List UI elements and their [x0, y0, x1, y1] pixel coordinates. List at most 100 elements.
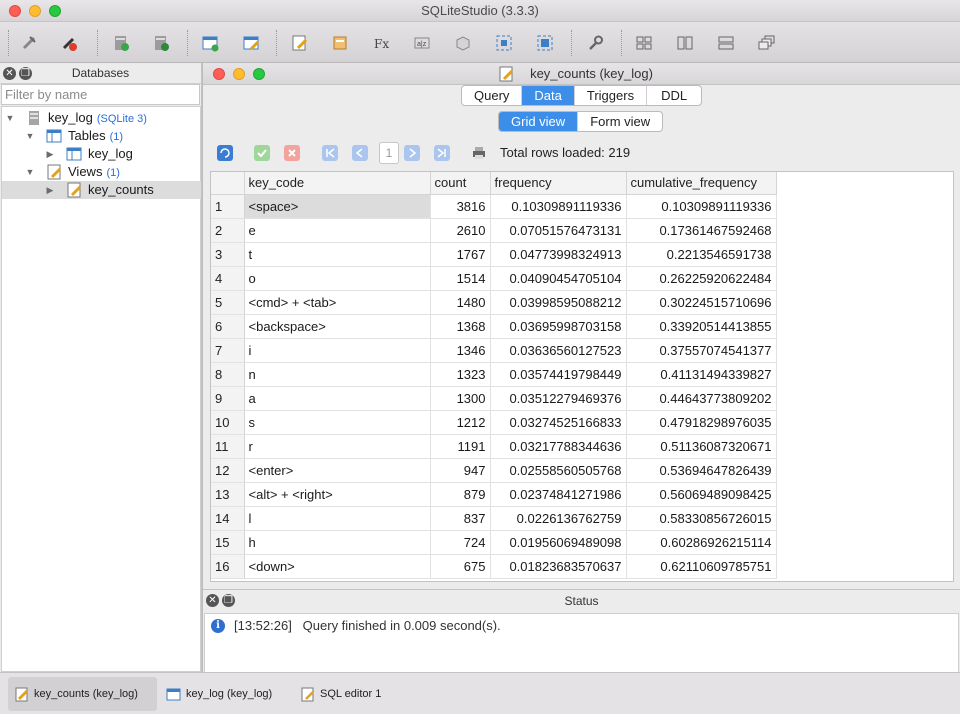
refresh-icon[interactable] — [217, 145, 233, 161]
key-code-cell[interactable]: <backspace> — [244, 314, 431, 339]
cumulative-frequency-cell[interactable]: 0.41131494339827 — [626, 362, 777, 387]
table-row[interactable]: 13 <alt> + <right> 879 0.02374841271986 0.56… — [211, 482, 777, 507]
count-cell[interactable]: 1300 — [430, 386, 491, 411]
frequency-cell[interactable]: 0.03574419798449 — [490, 362, 627, 387]
cumulative-frequency-cell[interactable]: 0.58330856726015 — [626, 506, 777, 531]
tree-item-view-key-counts[interactable]: ▶ key_counts — [2, 181, 201, 199]
editor-zoom-button[interactable] — [253, 68, 265, 80]
row-number-cell[interactable]: 3 — [211, 242, 245, 267]
column-header-key-code[interactable]: key_code — [244, 172, 431, 195]
table-row[interactable]: 4 o 1514 0.04090454705104 0.26225920622484 — [211, 266, 777, 291]
key-code-cell[interactable]: e — [244, 218, 431, 243]
minimize-window-button[interactable] — [29, 5, 41, 17]
frequency-cell[interactable]: 0.03998595088212 — [490, 290, 627, 315]
row-number-cell[interactable]: 5 — [211, 290, 245, 315]
page-number-field[interactable]: 1 — [379, 142, 399, 164]
key-code-cell[interactable]: <down> — [244, 554, 431, 579]
cascade-windows-icon[interactable] — [756, 32, 778, 54]
previous-page-icon[interactable] — [352, 145, 368, 161]
frequency-cell[interactable]: 0.04773998324913 — [490, 242, 627, 267]
wrench-icon[interactable] — [584, 32, 606, 54]
table-row[interactable]: 15 h 724 0.01956069489098 0.60286926215114 — [211, 530, 777, 555]
count-cell[interactable]: 1346 — [430, 338, 491, 363]
count-cell[interactable]: 1368 — [430, 314, 491, 339]
column-header-cumulative-frequency[interactable]: cumulative_frequency — [626, 172, 777, 195]
table-row[interactable]: 2 e 2610 0.07051576473131 0.17361467592468 — [211, 218, 777, 243]
cumulative-frequency-cell[interactable]: 0.44643773809202 — [626, 386, 777, 411]
cumulative-frequency-cell[interactable]: 0.26225920622484 — [626, 266, 777, 291]
task-key-counts[interactable]: key_counts (key_log) — [8, 677, 157, 711]
add-view-icon[interactable] — [288, 32, 310, 54]
form-view-button[interactable]: Form view — [578, 112, 662, 131]
frequency-cell[interactable]: 0.03274525166833 — [490, 410, 627, 435]
last-page-icon[interactable] — [434, 145, 450, 161]
count-cell[interactable]: 879 — [430, 482, 491, 507]
key-code-cell[interactable]: <alt> + <right> — [244, 482, 431, 507]
row-number-cell[interactable]: 14 — [211, 506, 245, 531]
row-number-cell[interactable]: 2 — [211, 218, 245, 243]
frequency-cell[interactable]: 0.02374841271986 — [490, 482, 627, 507]
frequency-cell[interactable]: 0.07051576473131 — [490, 218, 627, 243]
count-cell[interactable]: 1212 — [430, 410, 491, 435]
row-number-cell[interactable]: 13 — [211, 482, 245, 507]
extensions-icon[interactable] — [452, 32, 474, 54]
key-code-cell[interactable]: <cmd> + <tab> — [244, 290, 431, 315]
tile-horizontal-icon[interactable] — [674, 32, 696, 54]
editor-minimize-button[interactable] — [233, 68, 245, 80]
key-code-cell[interactable]: <space> — [244, 194, 431, 219]
commit-icon[interactable] — [254, 145, 270, 161]
row-number-cell[interactable]: 15 — [211, 530, 245, 555]
expand-icon[interactable] — [493, 32, 515, 54]
add-index-icon[interactable] — [329, 32, 351, 54]
count-cell[interactable]: 1323 — [430, 362, 491, 387]
task-sql-editor[interactable]: SQL editor 1 — [294, 677, 414, 711]
key-code-cell[interactable]: o — [244, 266, 431, 291]
row-number-cell[interactable]: 12 — [211, 458, 245, 483]
count-cell[interactable]: 3816 — [430, 194, 491, 219]
key-code-cell[interactable]: h — [244, 530, 431, 555]
row-number-cell[interactable]: 10 — [211, 410, 245, 435]
table-row[interactable]: 5 <cmd> + <tab> 1480 0.03998595088212 0.3022… — [211, 290, 777, 315]
row-number-cell[interactable]: 7 — [211, 338, 245, 363]
key-code-cell[interactable]: n — [244, 362, 431, 387]
frequency-cell[interactable]: 0.03636560127523 — [490, 338, 627, 363]
print-icon[interactable] — [471, 145, 487, 161]
expanded-arrow-icon[interactable]: ▼ — [25, 163, 35, 181]
close-window-button[interactable] — [9, 5, 21, 17]
frequency-cell[interactable]: 0.10309891119336 — [490, 194, 627, 219]
key-code-cell[interactable]: <enter> — [244, 458, 431, 483]
disconnect-db-icon[interactable] — [58, 32, 80, 54]
collapsed-arrow-icon[interactable]: ▶ — [45, 145, 55, 163]
functions-icon[interactable]: Fx — [370, 32, 392, 54]
cumulative-frequency-cell[interactable]: 0.37557074541377 — [626, 338, 777, 363]
corner-cell[interactable] — [211, 172, 245, 195]
cumulative-frequency-cell[interactable]: 0.30224515710696 — [626, 290, 777, 315]
tree-item-views[interactable]: ▼ Views (1) — [2, 163, 201, 181]
float-panel-icon[interactable]: ❐ — [222, 594, 235, 607]
close-panel-icon[interactable]: ✕ — [206, 594, 219, 607]
cumulative-frequency-cell[interactable]: 0.33920514413855 — [626, 314, 777, 339]
table-row[interactable]: 10 s 1212 0.03274525166833 0.47918298976035 — [211, 410, 777, 435]
cumulative-frequency-cell[interactable]: 0.17361467592468 — [626, 218, 777, 243]
row-number-cell[interactable]: 1 — [211, 194, 245, 219]
table-row[interactable]: 1 <space> 3816 0.10309891119336 0.1030989111… — [211, 194, 777, 219]
cumulative-frequency-cell[interactable]: 0.56069489098425 — [626, 482, 777, 507]
row-number-cell[interactable]: 8 — [211, 362, 245, 387]
column-header-count[interactable]: count — [430, 172, 491, 195]
row-number-cell[interactable]: 9 — [211, 386, 245, 411]
frequency-cell[interactable]: 0.03217788344636 — [490, 434, 627, 459]
row-number-cell[interactable]: 6 — [211, 314, 245, 339]
expanded-arrow-icon[interactable]: ▼ — [5, 109, 15, 127]
column-header-frequency[interactable]: frequency — [490, 172, 627, 195]
close-panel-icon[interactable]: ✕ — [3, 67, 16, 80]
collapse-icon[interactable] — [534, 32, 556, 54]
cumulative-frequency-cell[interactable]: 0.62110609785751 — [626, 554, 777, 579]
editor-close-button[interactable] — [213, 68, 225, 80]
table-row[interactable]: 16 <down> 675 0.01823683570637 0.62110609785… — [211, 554, 777, 579]
key-code-cell[interactable]: t — [244, 242, 431, 267]
count-cell[interactable]: 1514 — [430, 266, 491, 291]
cumulative-frequency-cell[interactable]: 0.2213546591738 — [626, 242, 777, 267]
rollback-icon[interactable] — [284, 145, 300, 161]
tree-item-database[interactable]: ▼ key_log (SQLite 3) — [2, 109, 201, 127]
key-code-cell[interactable]: s — [244, 410, 431, 435]
